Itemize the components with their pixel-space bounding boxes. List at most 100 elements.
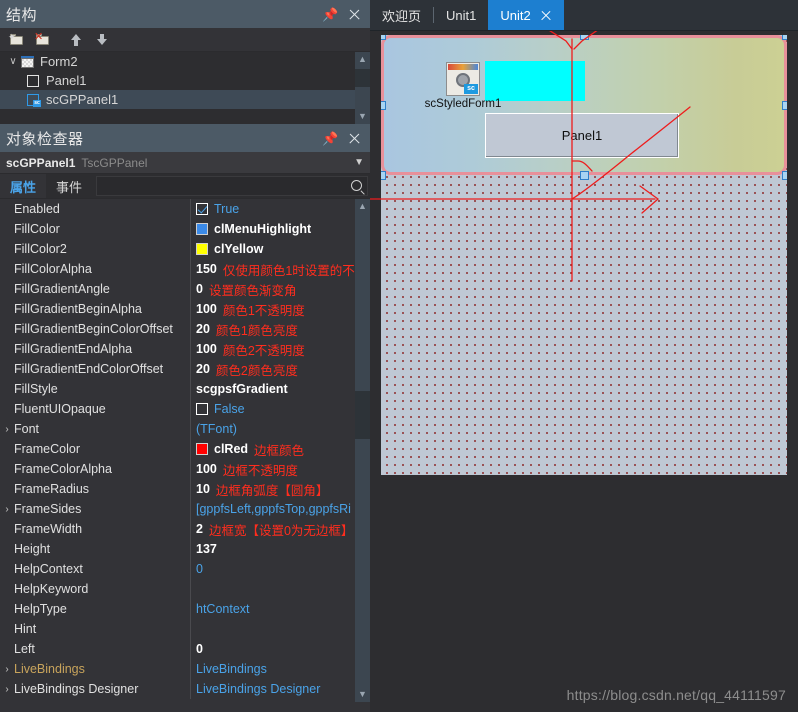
property-row[interactable]: FillGradientEndColorOffset 20 颜色2颜色亮度 — [0, 359, 355, 379]
chevron-down-icon[interactable]: ▼ — [354, 157, 364, 168]
scroll-down-icon[interactable]: ▼ — [355, 687, 370, 702]
property-value[interactable]: False — [190, 399, 355, 419]
scroll-up-icon[interactable]: ▲ — [355, 199, 370, 214]
selection-handle-n[interactable] — [580, 35, 589, 40]
tab-events[interactable]: 事件 — [46, 174, 92, 198]
property-row[interactable]: FillStyle scgpsfGradient — [0, 379, 355, 399]
tree-item-panel1[interactable]: Panel1 — [0, 71, 370, 90]
property-value[interactable]: 100 边框不透明度 — [190, 459, 355, 479]
close-icon[interactable] — [347, 7, 362, 22]
property-value[interactable]: 20 颜色2颜色亮度 — [190, 359, 355, 379]
property-value[interactable]: 2 边框宽【设置0为无边框】 — [190, 519, 355, 539]
tree-expander-icon[interactable]: ∨ — [6, 56, 20, 67]
new-folder-icon[interactable]: ✦ — [8, 32, 26, 48]
checkbox-icon[interactable] — [196, 403, 208, 415]
property-row[interactable]: FillGradientAngle 0 设置颜色渐变角 — [0, 279, 355, 299]
property-row[interactable]: FrameColorAlpha 100 边框不透明度 — [0, 459, 355, 479]
delete-folder-icon[interactable]: ✕ — [34, 31, 52, 48]
chevron-right-icon[interactable]: › — [0, 684, 14, 695]
color-swatch[interactable] — [196, 223, 208, 235]
property-value[interactable]: LiveBindings — [190, 659, 355, 679]
tab-properties[interactable]: 属性 — [0, 174, 47, 198]
tab-welcome[interactable]: 欢迎页 — [370, 0, 433, 30]
property-row[interactable]: FillGradientBeginColorOffset 20 颜色1颜色亮度 — [0, 319, 355, 339]
pin-icon[interactable]: 📌 — [322, 7, 338, 22]
property-row[interactable]: FluentUIOpaque False — [0, 399, 355, 419]
component-selector[interactable]: scGPPanel1 TscGPPanel ▼ — [0, 152, 370, 174]
selection-handle-s[interactable] — [580, 171, 589, 180]
property-row[interactable]: Hint — [0, 619, 355, 639]
property-row[interactable]: Enabled True — [0, 199, 355, 219]
chevron-right-icon[interactable]: › — [0, 424, 14, 435]
property-value[interactable]: scgpsfGradient — [190, 379, 355, 399]
property-value[interactable]: LiveBindings Designer — [190, 679, 355, 699]
property-row[interactable]: › LiveBindings LiveBindings — [0, 659, 355, 679]
color-swatch[interactable] — [196, 443, 208, 455]
property-value[interactable]: 0 设置颜色渐变角 — [190, 279, 355, 299]
property-row[interactable]: FillColor2 clYellow — [0, 239, 355, 259]
property-value[interactable]: htContext — [190, 599, 355, 619]
chevron-right-icon[interactable]: › — [0, 504, 14, 515]
property-scrollbar[interactable]: ▲ ▼ — [355, 199, 370, 702]
property-value[interactable] — [190, 619, 355, 639]
move-up-icon[interactable] — [68, 32, 86, 48]
selection-handle-nw[interactable] — [381, 35, 386, 40]
scroll-up-icon[interactable]: ▲ — [355, 52, 370, 67]
search-input[interactable] — [97, 177, 367, 195]
tree-item-form2[interactable]: ∨ Form2 — [0, 52, 370, 71]
property-row[interactable]: › Font (TFont) — [0, 419, 355, 439]
property-row[interactable]: Left 0 — [0, 639, 355, 659]
property-row[interactable]: FillColor clMenuHighlight — [0, 219, 355, 239]
property-value[interactable]: 150 仅使用颜色1时设置的不透明度 — [190, 259, 355, 279]
scrollbar-thumb[interactable] — [355, 391, 370, 439]
property-row[interactable]: FillGradientEndAlpha 100 颜色2不透明度 — [0, 339, 355, 359]
panel1-component[interactable]: Panel1 — [485, 113, 679, 158]
property-value[interactable]: True — [190, 199, 355, 219]
search-box[interactable] — [96, 176, 368, 196]
move-down-icon[interactable] — [94, 32, 112, 48]
property-value[interactable]: 100 颜色1不透明度 — [190, 299, 355, 319]
property-row[interactable]: FillGradientBeginAlpha 100 颜色1不透明度 — [0, 299, 355, 319]
property-value[interactable]: clMenuHighlight — [190, 219, 355, 239]
property-value[interactable] — [190, 579, 355, 599]
scrollbar-thumb[interactable] — [355, 69, 370, 87]
property-value[interactable]: 0 — [190, 559, 355, 579]
tree-item-scgppanel1[interactable]: sc scGPPanel1 — [0, 90, 370, 109]
scstyledform1-component[interactable]: sc scStyledForm1 — [417, 62, 509, 110]
property-row[interactable]: Height 137 — [0, 539, 355, 559]
selection-handle-w[interactable] — [381, 101, 386, 110]
checkbox-icon[interactable] — [196, 203, 208, 215]
property-value[interactable]: [gppfsLeft,gppfsTop,gppfsRi — [190, 499, 355, 519]
property-value[interactable]: 137 — [190, 539, 355, 559]
property-row[interactable]: FrameColor clRed 边框颜色 — [0, 439, 355, 459]
chevron-right-icon[interactable]: › — [0, 664, 14, 675]
search-icon[interactable] — [351, 180, 362, 191]
design-surface[interactable]: sc scStyledForm1 Panel1 — [381, 35, 787, 475]
close-icon[interactable] — [347, 131, 362, 146]
property-row[interactable]: FillColorAlpha 150 仅使用颜色1时设置的不透明度 — [0, 259, 355, 279]
scroll-down-icon[interactable]: ▼ — [355, 109, 370, 124]
selection-handle-e[interactable] — [782, 101, 787, 110]
property-row[interactable]: HelpContext 0 — [0, 559, 355, 579]
property-value[interactable]: 100 颜色2不透明度 — [190, 339, 355, 359]
property-row[interactable]: FrameWidth 2 边框宽【设置0为无边框】 — [0, 519, 355, 539]
selection-handle-ne[interactable] — [782, 35, 787, 40]
property-row[interactable]: › FrameSides [gppfsLeft,gppfsTop,gppfsRi — [0, 499, 355, 519]
property-value[interactable]: 0 — [190, 639, 355, 659]
selection-handle-sw[interactable] — [381, 171, 386, 180]
property-value[interactable]: 20 颜色1颜色亮度 — [190, 319, 355, 339]
property-row[interactable]: › LiveBindings Designer LiveBindings Desig… — [0, 679, 355, 699]
pin-icon[interactable]: 📌 — [322, 131, 338, 146]
structure-scrollbar[interactable]: ▲ ▼ — [355, 52, 370, 124]
property-value[interactable]: 10 边框角弧度【圆角】 — [190, 479, 355, 499]
color-swatch[interactable] — [196, 243, 208, 255]
selection-handle-se[interactable] — [782, 171, 787, 180]
property-row[interactable]: FrameRadius 10 边框角弧度【圆角】 — [0, 479, 355, 499]
tab-unit1[interactable]: Unit1 — [434, 0, 488, 30]
property-row[interactable]: HelpKeyword — [0, 579, 355, 599]
property-value[interactable]: clYellow — [190, 239, 355, 259]
property-value[interactable]: clRed 边框颜色 — [190, 439, 355, 459]
close-icon[interactable] — [540, 9, 552, 21]
property-value[interactable]: (TFont) — [190, 419, 355, 439]
property-row[interactable]: HelpType htContext — [0, 599, 355, 619]
